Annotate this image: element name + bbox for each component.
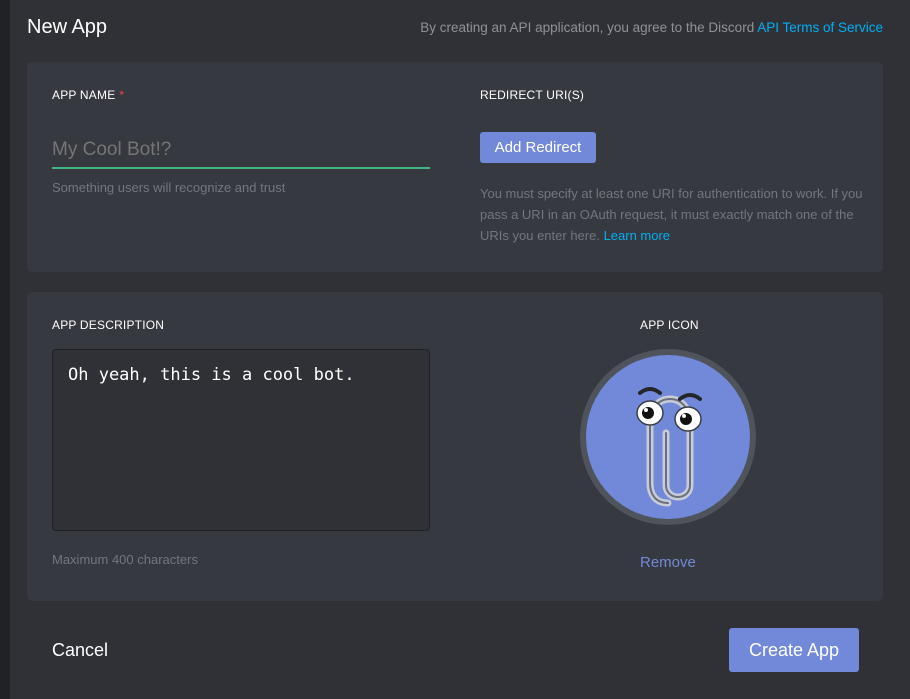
app-name-input[interactable] (52, 132, 430, 169)
paperclip-mascot-icon (636, 387, 702, 507)
required-marker: * (119, 88, 125, 102)
app-description-card: APP DESCRIPTION Oh yeah, this is a cool … (27, 292, 883, 601)
app-icon-uploader[interactable] (580, 349, 756, 525)
redirect-help-body: You must specify at least one URI for au… (480, 186, 863, 243)
app-icon-label: APP ICON (640, 318, 699, 332)
redirect-uris-label: REDIRECT URI(S) (480, 88, 585, 102)
modal-title: New App (27, 16, 108, 38)
app-name-hint: Something users will recognize and trust (52, 180, 286, 195)
api-terms-link[interactable]: API Terms of Service (757, 20, 883, 35)
learn-more-link[interactable]: Learn more (604, 228, 670, 243)
app-settings-card: APP NAME* Something users will recognize… (27, 62, 883, 272)
create-app-button[interactable]: Create App (729, 628, 859, 672)
left-edge-strip (0, 0, 10, 699)
terms-notice-text: By creating an API application, you agre… (420, 20, 758, 35)
redirect-help-text: You must specify at least one URI for au… (480, 183, 865, 246)
app-name-label: APP NAME * (52, 88, 124, 102)
add-redirect-button[interactable]: Add Redirect (480, 132, 596, 163)
description-hint: Maximum 400 characters (52, 552, 198, 567)
app-description-label: APP DESCRIPTION (52, 318, 165, 332)
cancel-button[interactable]: Cancel (52, 640, 108, 661)
terms-notice: By creating an API application, you agre… (420, 20, 883, 35)
remove-icon-button[interactable]: Remove (640, 554, 696, 571)
app-name-label-text: APP NAME (52, 88, 116, 102)
app-icon-image (586, 355, 750, 519)
app-description-textarea[interactable]: Oh yeah, this is a cool bot. (52, 349, 430, 531)
